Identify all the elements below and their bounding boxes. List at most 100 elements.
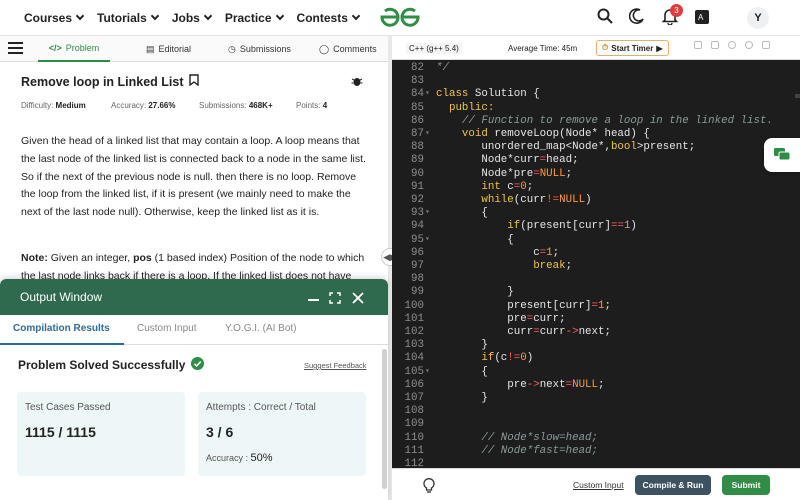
code-line[interactable]: 88 unordered_map<Node*,bool>present; [392, 141, 800, 154]
fold-chevron-icon[interactable]: ▾ [425, 207, 430, 217]
code-line[interactable]: 104 if(c!=0) [392, 352, 800, 365]
tab-comments[interactable]: ◯ Comments [319, 36, 377, 62]
fold-chevron-icon[interactable]: ▾ [425, 366, 430, 376]
notification-bell-icon[interactable]: 3 [661, 4, 683, 30]
tab-editorial[interactable]: ▤ Editorial [146, 36, 191, 62]
nav-label: Contests [296, 10, 348, 25]
fold-chevron-icon[interactable]: ▾ [425, 88, 430, 98]
code-text: unordered_map<Node*,bool>present; [436, 141, 695, 153]
reset-icon[interactable] [711, 41, 719, 49]
output-tabs: Compilation Results Custom Input Y.O.G.I… [0, 315, 388, 345]
gfg-logo[interactable] [378, 6, 422, 33]
code-token: ; [552, 246, 560, 259]
compile-run-button[interactable]: Compile & Run [635, 475, 711, 495]
nav-contests[interactable]: Contests [296, 10, 361, 25]
copy-icon[interactable] [694, 41, 702, 49]
code-line[interactable]: 110 // Node*slow=head; [392, 432, 800, 445]
code-line[interactable]: 94 if(present[curr]==1) [392, 220, 800, 233]
chat-button[interactable] [764, 138, 800, 172]
tab-ai-bot[interactable]: Y.O.G.I. (AI Bot) [225, 323, 297, 334]
line-number: 82 [411, 62, 424, 74]
close-icon[interactable] [352, 291, 364, 309]
code-line[interactable]: 108 [392, 405, 800, 418]
start-timer-button[interactable]: ⏱ Start Timer ▶ [596, 40, 669, 56]
code-line[interactable]: 101 pre=curr; [392, 313, 800, 326]
custom-input-link[interactable]: Custom Input [573, 480, 624, 490]
tab-problem[interactable]: </> Problem [38, 36, 110, 62]
submit-button[interactable]: Submit [722, 475, 770, 495]
search-icon[interactable] [597, 8, 613, 29]
code-line[interactable]: 98 [392, 273, 800, 286]
code-line[interactable]: 86 // Function to remove a loop in the l… [392, 115, 800, 128]
code-line[interactable]: 93 ▾ { [392, 207, 800, 220]
dark-mode-icon[interactable] [628, 8, 645, 29]
lightbulb-icon[interactable] [422, 476, 436, 498]
code-token: ) [630, 220, 637, 233]
menu-icon[interactable] [8, 42, 23, 54]
bookmark-icon[interactable] [188, 74, 199, 89]
code-line[interactable]: 107 } [392, 392, 800, 405]
fold-chevron-icon[interactable]: ▾ [425, 128, 430, 138]
meta-label: Accuracy: [111, 101, 147, 110]
code-text: // Function to remove a loop in the link… [436, 115, 773, 127]
minimize-icon[interactable] [308, 299, 319, 301]
code-line[interactable]: 82 */ [392, 62, 800, 75]
code-line[interactable]: 112 [392, 458, 800, 468]
meta-value: 27.66% [148, 101, 176, 110]
code-token: Solution { [474, 88, 540, 101]
code-line[interactable]: 99 } [392, 286, 800, 299]
meta-value: 4 [322, 101, 328, 110]
tab-compilation-results[interactable]: Compilation Results [13, 323, 110, 334]
suggest-feedback-link[interactable]: Suggest Feedback [304, 361, 367, 370]
code-line[interactable]: 87 ▾ void removeLoop(Node* head) { [392, 128, 800, 141]
nav-practice[interactable]: Practice [225, 11, 284, 25]
code-line[interactable]: 111 // Node*fast=head; [392, 445, 800, 458]
code-text: class Solution { [436, 88, 540, 100]
code-text: } [436, 286, 514, 298]
card-value: 3 / 6 [206, 424, 234, 440]
code-line[interactable]: 103 } [392, 339, 800, 352]
code-line[interactable]: 90 Node*pre=NULL; [392, 168, 800, 181]
line-number: 104 [404, 352, 424, 365]
line-number: 83 [411, 75, 424, 88]
nav-jobs[interactable]: Jobs [172, 11, 213, 25]
code-line[interactable]: 85 public: [392, 102, 800, 115]
nav-courses[interactable]: Courses [24, 11, 85, 25]
accuracy-value: 50% [250, 452, 273, 464]
code-line[interactable]: 83 [392, 75, 800, 88]
tab-submissions[interactable]: ◷ Submissions [228, 36, 291, 62]
code-line[interactable]: 96 c=1; [392, 247, 800, 260]
code-editor[interactable]: 82 */83 84 ▾ class Solution {85 public: 86 //… [392, 60, 800, 468]
code-line[interactable]: 97 break; [392, 260, 800, 273]
code-line[interactable]: 100 present[curr]=1; [392, 300, 800, 313]
code-line[interactable]: 109 [392, 418, 800, 431]
fold-chevron-icon[interactable]: ▾ [425, 234, 430, 244]
code-line[interactable]: 95 ▾ { [392, 234, 800, 247]
expand-icon[interactable] [329, 291, 341, 309]
settings-icon[interactable] [728, 41, 736, 49]
nav-tutorials[interactable]: Tutorials [97, 11, 160, 25]
avatar[interactable]: Y [747, 7, 769, 29]
document-icon: ▤ [146, 43, 155, 54]
code-line[interactable]: 84 ▾ class Solution { [392, 88, 800, 101]
note-label: Note: [21, 252, 48, 264]
editor-scrollbar[interactable] [795, 94, 800, 98]
code-line[interactable]: 106 pre->next=NULL; [392, 379, 800, 392]
code-token: ; [526, 180, 534, 193]
code-line[interactable]: 105 ▾ { [392, 366, 800, 379]
code-token: class [436, 88, 475, 101]
code-line[interactable]: 92 while(curr!=NULL) [392, 194, 800, 207]
info-icon[interactable] [745, 41, 753, 49]
language-select[interactable]: C++ (g++ 5.4) [406, 43, 462, 54]
report-bug-icon[interactable] [351, 74, 363, 92]
code-line[interactable]: 91 int c=0; [392, 181, 800, 194]
fullscreen-icon[interactable] [762, 41, 770, 49]
code-line[interactable]: 102 curr=curr->next; [392, 326, 800, 339]
output-scrollbar[interactable] [382, 349, 387, 489]
code-text: public: [436, 102, 494, 114]
code-token: curr [436, 326, 534, 338]
tab-custom-input[interactable]: Custom Input [137, 323, 196, 334]
translate-icon[interactable]: A [695, 10, 709, 29]
code-line[interactable]: 89 Node*curr=head; [392, 154, 800, 167]
